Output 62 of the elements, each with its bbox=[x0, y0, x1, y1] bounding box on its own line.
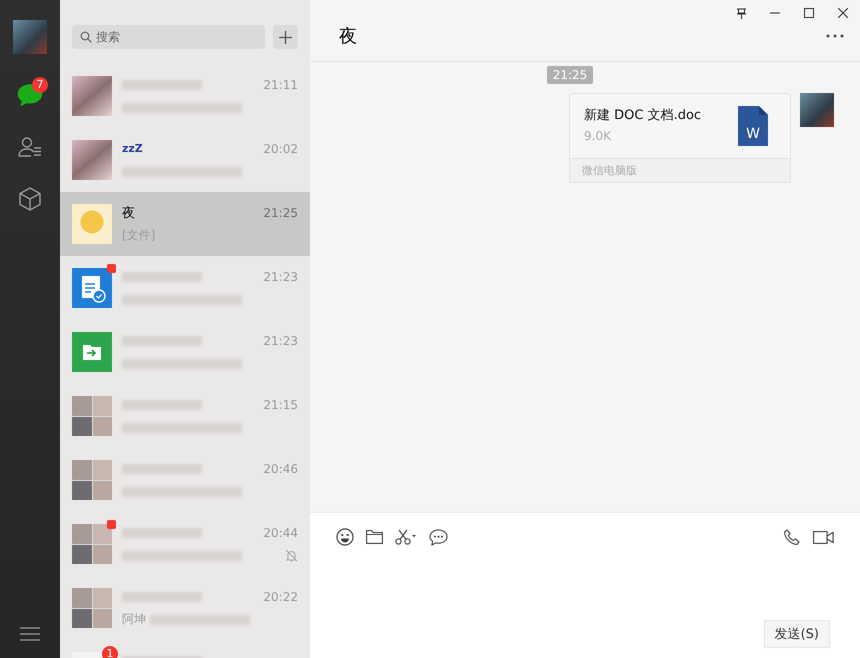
group-avatar bbox=[72, 524, 112, 564]
scissors-icon bbox=[395, 529, 417, 545]
chat-time: 20:44 bbox=[263, 526, 298, 540]
avatar-photo[interactable] bbox=[13, 20, 47, 54]
send-button[interactable]: 发送(S) bbox=[764, 620, 830, 648]
maximize-icon bbox=[804, 8, 814, 18]
contacts-icon bbox=[17, 135, 43, 159]
cube-icon bbox=[18, 186, 42, 212]
plus-icon bbox=[279, 30, 292, 44]
chat-item[interactable]: 21:15 bbox=[60, 384, 310, 448]
chats-tab[interactable]: 7 bbox=[10, 73, 50, 117]
avatar-photo bbox=[72, 76, 112, 116]
file-name: 新建 DOC 文档.doc bbox=[584, 107, 702, 124]
chat-time: 21:23 bbox=[263, 334, 298, 348]
phone-icon bbox=[783, 528, 801, 546]
chat-time: 21:23 bbox=[263, 270, 298, 284]
smiley-icon bbox=[336, 528, 354, 546]
unread-badge: 7 bbox=[32, 77, 48, 93]
chat-name: 夜 bbox=[122, 204, 135, 222]
avatar-photo bbox=[72, 140, 112, 180]
emoji-button[interactable] bbox=[336, 526, 354, 548]
chat-time: 20:22 bbox=[263, 590, 298, 604]
file-message[interactable]: 新建 DOC 文档.doc 9.0K W 微信电脑版 bbox=[569, 93, 791, 183]
file-size: 9.0K bbox=[584, 129, 612, 143]
word-document-icon: W bbox=[738, 106, 768, 146]
chat-item[interactable]: zzZ 20:02 bbox=[60, 128, 310, 192]
chat-time: 21:25 bbox=[263, 206, 298, 220]
search-icon bbox=[80, 31, 92, 43]
chat-item[interactable]: 20:22 阿坤 bbox=[60, 576, 310, 640]
message-preview: 阿坤 bbox=[122, 611, 146, 628]
pin-icon bbox=[736, 8, 746, 18]
chat-item[interactable]: 21:11 bbox=[60, 64, 310, 128]
chat-item[interactable]: 20:46 bbox=[60, 448, 310, 512]
group-avatar bbox=[72, 588, 112, 628]
chat-title: 夜 bbox=[339, 25, 357, 48]
menu-icon bbox=[20, 627, 40, 641]
chat-time: 20:02 bbox=[263, 142, 298, 156]
avatar-photo bbox=[800, 93, 834, 127]
video-camera-icon bbox=[813, 530, 834, 544]
chat-item[interactable]: 20:44 bbox=[60, 512, 310, 576]
close-icon bbox=[838, 8, 848, 18]
chat-time: 21:11 bbox=[263, 78, 298, 92]
avatar-photo bbox=[72, 204, 112, 244]
chat-item[interactable]: 21:23 bbox=[60, 256, 310, 320]
message-time: 21:25 bbox=[546, 66, 594, 84]
add-button[interactable] bbox=[273, 25, 298, 49]
chat-name: zzZ bbox=[122, 142, 143, 155]
chat-item[interactable]: 21:23 bbox=[60, 320, 310, 384]
chat-time: 21:15 bbox=[263, 398, 298, 412]
search-field[interactable]: 搜索 bbox=[72, 25, 265, 49]
chat-time: 20:46 bbox=[263, 462, 298, 476]
more-icon bbox=[826, 34, 844, 38]
minimize-icon bbox=[770, 12, 780, 14]
group-avatar bbox=[72, 396, 112, 436]
folder-icon bbox=[366, 530, 383, 544]
unread-badge: 1 bbox=[102, 646, 118, 658]
group-avatar bbox=[72, 460, 112, 500]
speech-bubble-icon bbox=[429, 528, 448, 546]
file-source: 微信电脑版 bbox=[570, 158, 790, 182]
folder-app-icon bbox=[72, 332, 112, 372]
document-app-icon bbox=[72, 268, 112, 308]
chat-item[interactable]: 1 bbox=[60, 640, 310, 658]
